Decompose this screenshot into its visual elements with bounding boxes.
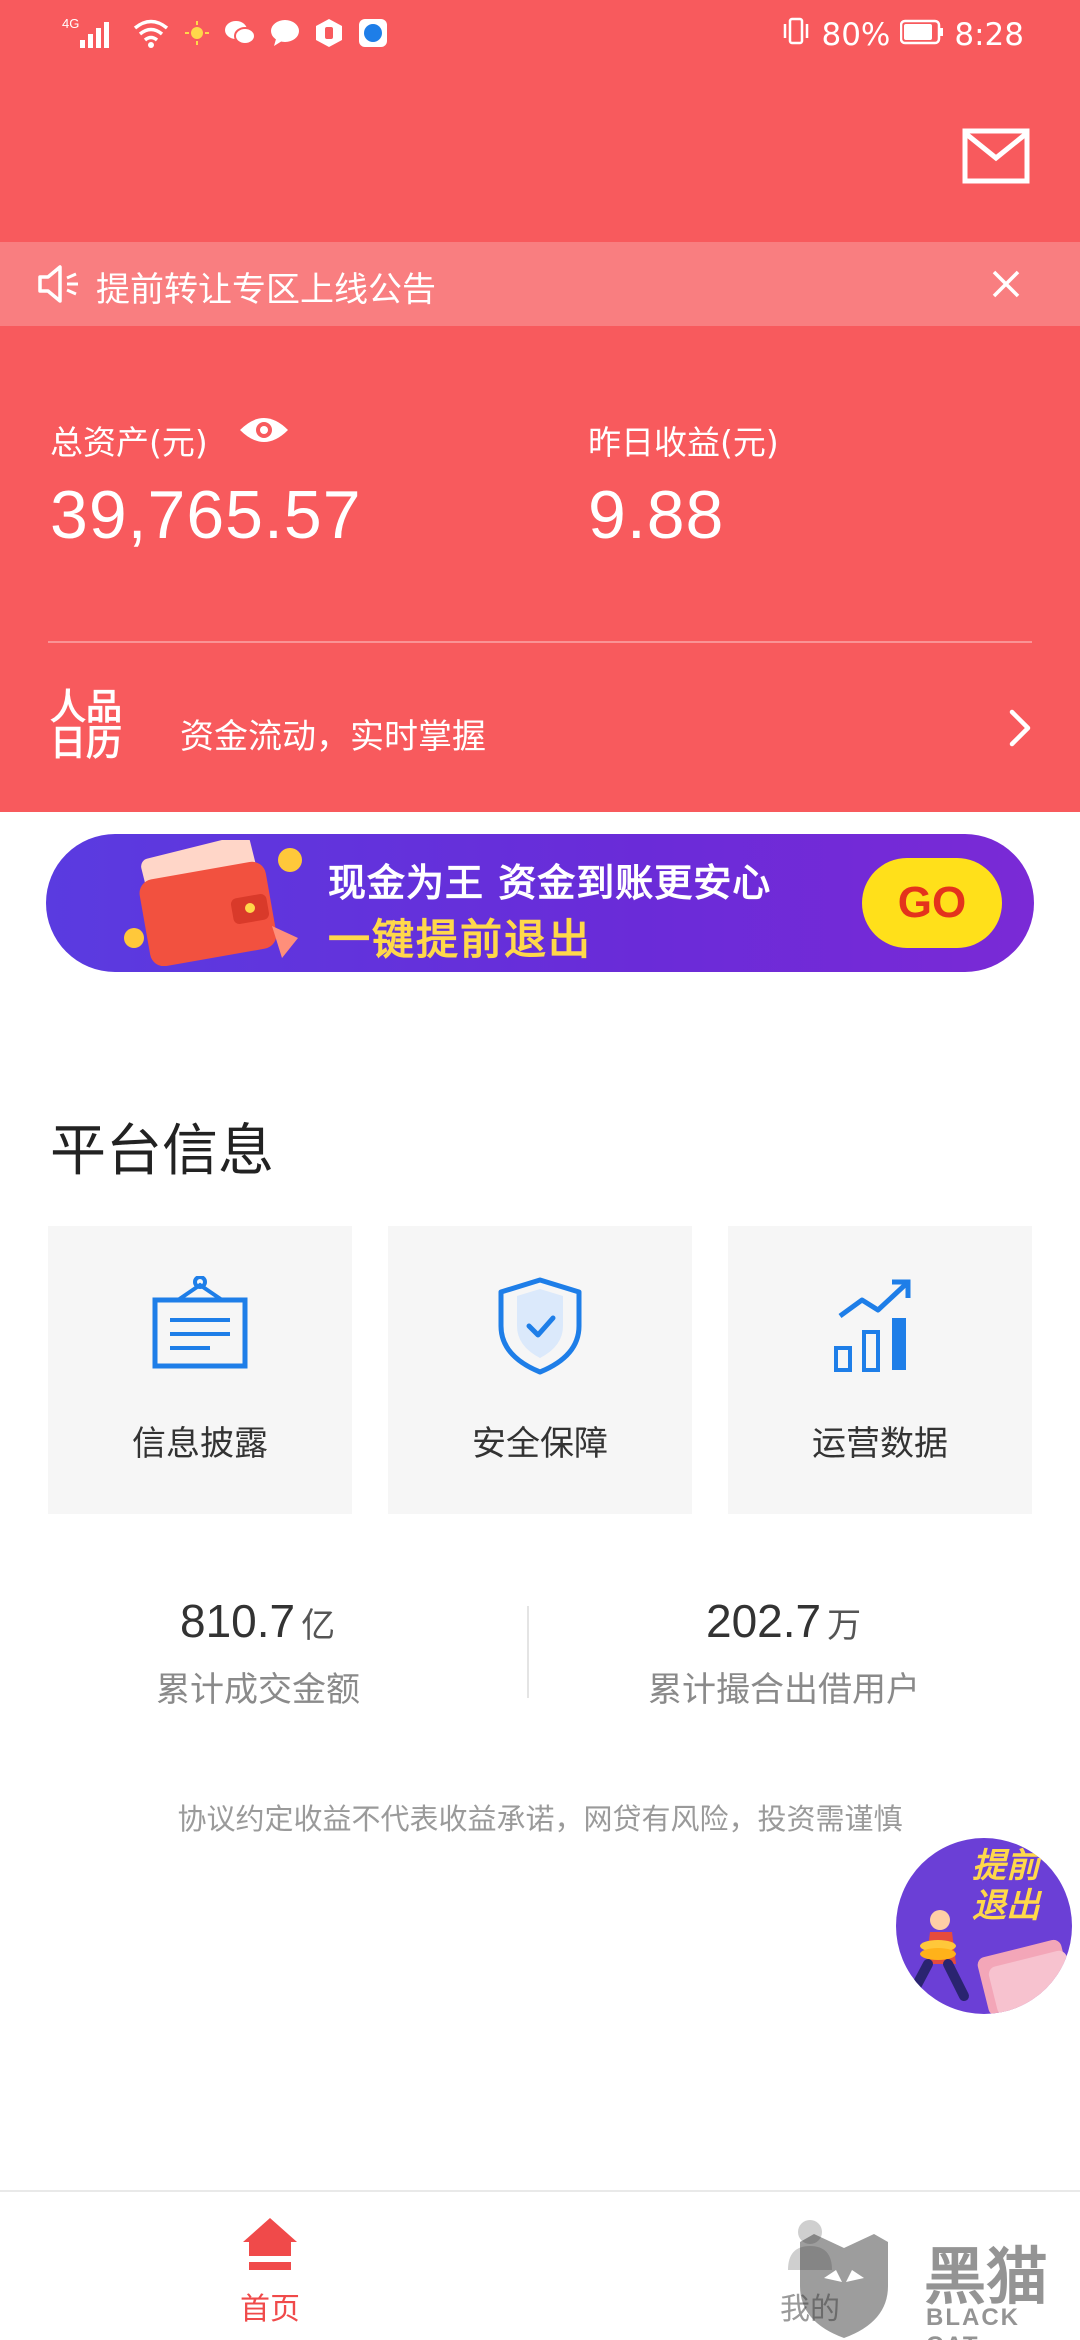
banner-line2: 一键提前退出 xyxy=(328,915,593,964)
float-text-line1: 提前 xyxy=(972,1846,1040,1886)
eye-icon[interactable] xyxy=(238,412,290,452)
hero-divider xyxy=(48,641,1032,643)
tab-label: 首页 xyxy=(240,2292,300,2327)
stat-unit: 万 xyxy=(827,1606,862,1646)
card-operation-data[interactable]: 运营数据 xyxy=(728,1226,1032,1514)
calendar-logo: 人品 日历 xyxy=(50,690,142,766)
wifi-icon xyxy=(132,17,170,53)
watermark-text: 黑猫 xyxy=(924,2240,1049,2313)
clock: 8:28 xyxy=(954,17,1024,53)
battery-icon xyxy=(900,17,944,53)
notice-board-icon xyxy=(152,1276,248,1369)
notice-text[interactable]: 提前转让专区上线公告 xyxy=(96,262,436,311)
svg-text:4G: 4G xyxy=(62,16,79,31)
speaker-icon xyxy=(36,262,82,310)
wechat-icon xyxy=(224,19,256,51)
tab-home[interactable]: 首页 xyxy=(0,2192,540,2340)
wallet-illustration-icon xyxy=(122,835,312,970)
shield-check-icon xyxy=(498,1277,582,1375)
risk-disclaimer: 协议约定收益不代表收益承诺，网贷有风险，投资需谨慎 xyxy=(177,1802,903,1836)
calendar-logo-line1: 人品 xyxy=(50,687,123,728)
yesterday-earnings-label: 昨日收益(元) xyxy=(588,423,779,462)
early-exit-float-button[interactable]: 提前 退出 xyxy=(896,1838,1072,2014)
card-label: 信息披露 xyxy=(132,1424,268,1464)
status-bar: 4G 80% 8:28 xyxy=(0,0,1080,72)
chevron-right-icon xyxy=(1006,706,1036,754)
battery-percent: 80% xyxy=(821,17,891,53)
home-icon xyxy=(243,2218,297,2270)
calendar-text: 资金流动，实时掌握 xyxy=(180,717,486,757)
message-icon xyxy=(270,19,300,51)
cat-shield-logo-icon xyxy=(800,2234,888,2338)
section-title: 平台信息 xyxy=(50,1119,274,1184)
stat-label-total-volume: 累计成交金额 xyxy=(156,1670,360,1710)
stats-divider xyxy=(527,1606,529,1698)
notice-bar[interactable]: 提前转让专区上线公告 xyxy=(0,242,1080,326)
sun-icon xyxy=(184,20,210,50)
yesterday-earnings-value: 9.88 xyxy=(588,477,725,553)
close-icon[interactable] xyxy=(984,262,1028,306)
black-cat-watermark: 黑猫 BLACK CAT xyxy=(784,2226,1080,2340)
stat-value-total-volume: 810.7 亿 xyxy=(180,1594,335,1648)
calendar-row[interactable]: 人品 日历 资金流动，实时掌握 xyxy=(0,660,1080,800)
vibrate-icon xyxy=(781,16,811,54)
status-left: 4G xyxy=(62,16,388,54)
card-label: 运营数据 xyxy=(812,1424,948,1464)
card-label: 安全保障 xyxy=(472,1424,608,1464)
card-security[interactable]: 安全保障 xyxy=(388,1226,692,1514)
go-button[interactable]: GO xyxy=(862,858,1002,948)
stat-value-users: 202.7 万 xyxy=(706,1594,861,1648)
float-button-text: 提前 退出 xyxy=(972,1846,1040,1926)
stat-number: 810.7 xyxy=(180,1595,296,1647)
app-hand-icon xyxy=(314,18,344,52)
stat-number: 202.7 xyxy=(706,1595,822,1647)
watermark-subtext: BLACK CAT xyxy=(926,2304,1020,2340)
bar-chart-trend-icon xyxy=(834,1279,911,1372)
banner-line1: 现金为王 资金到账更安心 xyxy=(328,861,772,905)
status-right: 80% 8:28 xyxy=(781,16,1024,54)
signal-icon: 4G xyxy=(62,16,118,54)
card-info-disclosure[interactable]: 信息披露 xyxy=(48,1226,352,1514)
calendar-logo-line2: 日历 xyxy=(50,723,123,764)
early-exit-banner[interactable]: 现金为王 资金到账更安心 一键提前退出 GO xyxy=(46,834,1034,972)
stat-unit: 亿 xyxy=(301,1606,336,1646)
total-assets-value: 39,765.57 xyxy=(50,477,362,553)
mail-button[interactable] xyxy=(962,128,1030,184)
float-text-line2: 退出 xyxy=(972,1886,1040,1926)
total-assets-label: 总资产(元) xyxy=(50,423,208,462)
envelope-icon xyxy=(962,128,1030,184)
browser-app-icon xyxy=(358,18,388,52)
stat-label-users: 累计撮合出借用户 xyxy=(648,1670,920,1710)
